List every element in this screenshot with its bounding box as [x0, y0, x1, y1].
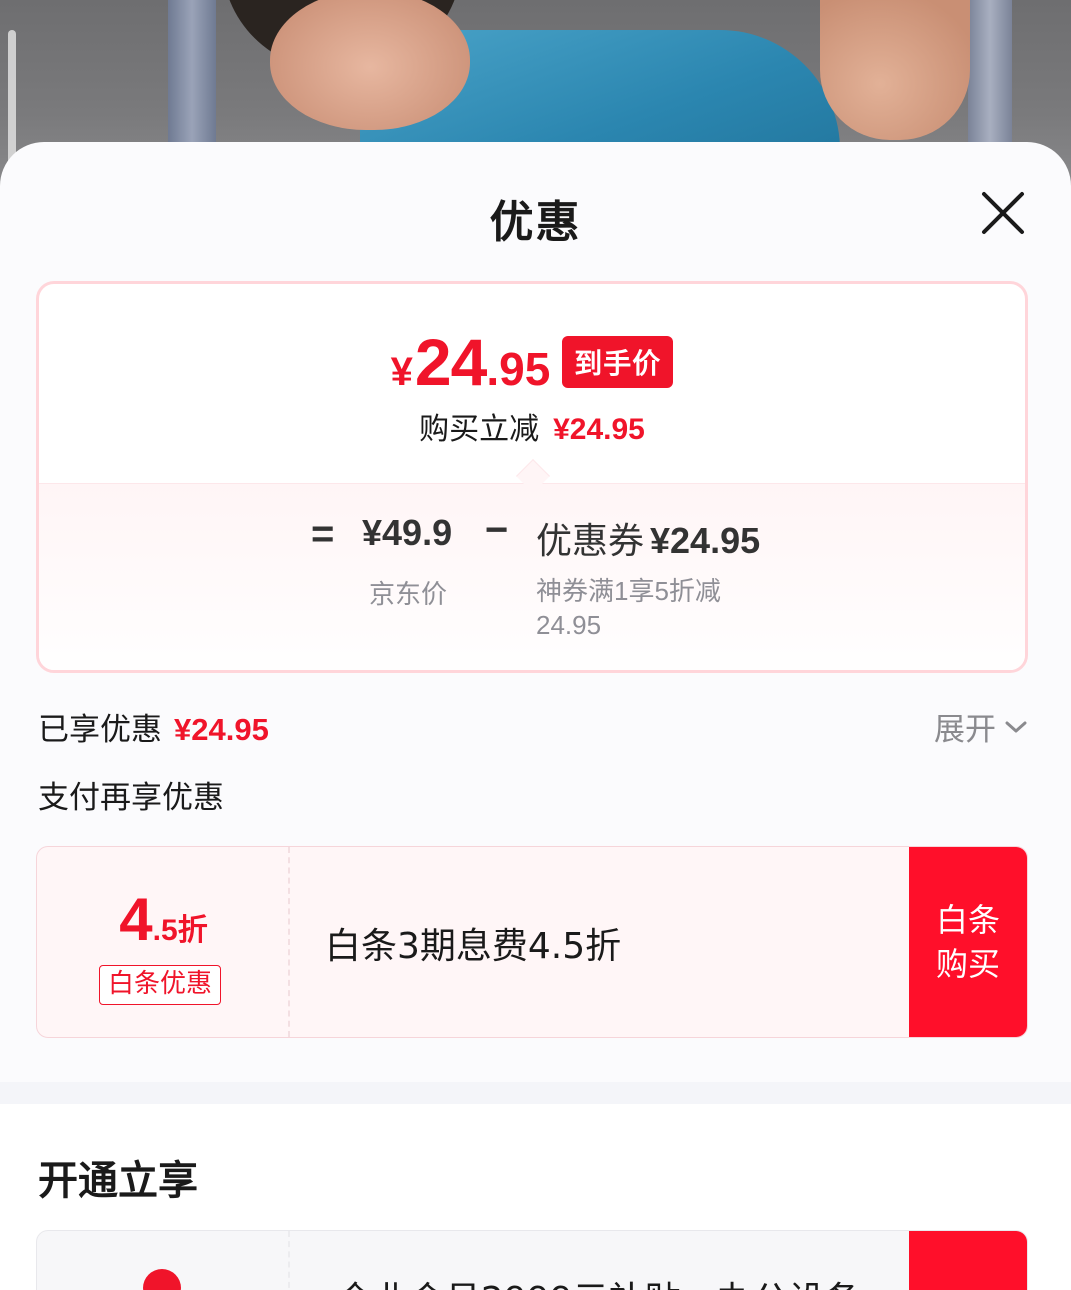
coupon-term: 优惠券 ¥24.95	[536, 512, 760, 564]
close-icon	[982, 192, 1024, 234]
baitiao-tag: 白条优惠	[99, 965, 222, 1005]
baitiao-buy-button[interactable]: 白条 购买	[909, 847, 1027, 1037]
sheet-title: 优惠	[489, 197, 582, 248]
enjoyed-discount-amount: ¥24.95	[174, 712, 269, 747]
baitiao-buy-line1: 白条	[935, 901, 1000, 939]
price-summary-box: ¥ 24 .95 到手价 购买立减 ¥24.95 = ¥49.9 − 优惠券 ¥24…	[36, 281, 1028, 673]
baitiao-description: 白条3期息费4.5折	[325, 926, 622, 967]
coupon-description-line1: 神券满1享5折减	[536, 576, 721, 606]
instant-discount-label: 购买立减	[419, 412, 540, 447]
jd-price-value: ¥49.9	[362, 512, 453, 553]
final-price-decimal: .95	[486, 343, 551, 395]
final-price-currency: ¥	[390, 350, 413, 394]
baitiao-coupon-card[interactable]: 4.5折 白条优惠 白条3期息费4.5折 白条 购买	[36, 846, 1028, 1038]
instant-discount-row: 购买立减 ¥24.95	[39, 404, 1025, 448]
membership-description: 企业会员2999元补贴，办公设备	[337, 1271, 861, 1290]
open-membership-section: 开通立享 企业会员2999元补贴，办公设备	[0, 1104, 1071, 1290]
photo-arm	[820, 0, 970, 140]
coupon-label: 优惠券	[536, 520, 645, 561]
enjoyed-discount-label: 已享优惠	[38, 712, 162, 748]
formula-equals: =	[311, 512, 335, 556]
section-divider	[0, 1082, 1071, 1104]
expand-label: 展开	[934, 712, 996, 748]
coupon-amount: ¥24.95	[650, 520, 761, 561]
open-section-title: 开通立享	[38, 1158, 198, 1204]
expand-button[interactable]: 展开	[934, 704, 1028, 749]
final-price-integer: 24	[414, 325, 487, 399]
membership-offer-card[interactable]: 企业会员2999元补贴，办公设备	[36, 1230, 1028, 1290]
price-formula: = ¥49.9 − 优惠券 ¥24.95 京东价 神券满1享5折减 24.95	[39, 508, 1025, 640]
formula-minus: −	[485, 508, 509, 552]
jd-price-label: 京东价	[369, 579, 448, 609]
coupon-description: 神券满1享5折减 24.95	[536, 574, 746, 642]
discount-value: 4.5折	[37, 885, 290, 954]
discount-value-small: .5折	[152, 914, 208, 947]
membership-open-button[interactable]	[909, 1231, 1027, 1290]
enjoyed-discount-row: 已享优惠 ¥24.95 展开	[38, 704, 1030, 748]
final-price: ¥ 24 .95	[391, 324, 551, 400]
close-button[interactable]	[978, 188, 1028, 238]
pay-more-title: 支付再享优惠	[38, 780, 224, 816]
baitiao-buy-line2: 购买	[935, 945, 1000, 983]
final-price-row: ¥ 24 .95 到手价	[39, 325, 1025, 400]
chevron-down-icon	[1005, 721, 1027, 732]
final-price-badge: 到手价	[562, 336, 674, 388]
coupon-description-line2: 24.95	[536, 610, 602, 640]
instant-discount-amount: ¥24.95	[553, 413, 645, 446]
photo-face	[270, 0, 470, 130]
discount-value-big: 4	[119, 886, 153, 953]
